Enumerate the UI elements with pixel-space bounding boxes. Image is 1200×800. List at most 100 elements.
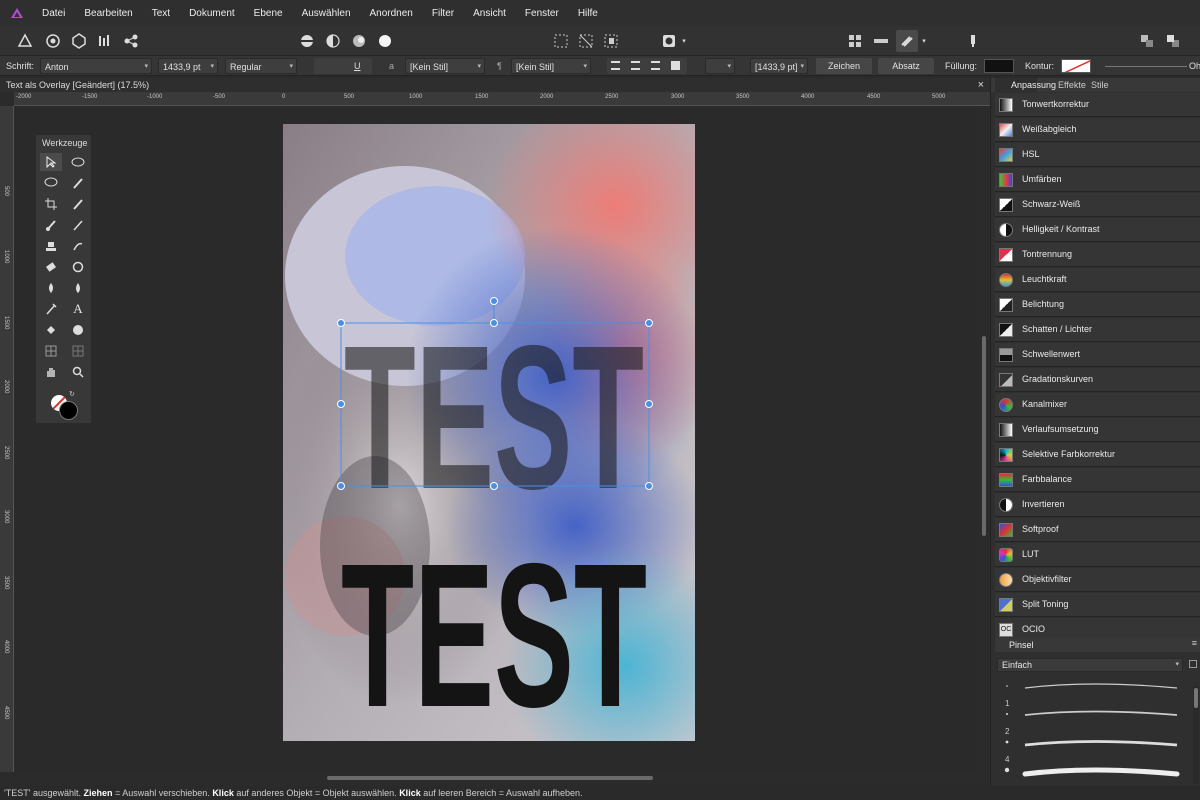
color-swatches[interactable]: ↻ [49, 391, 79, 421]
font-dropdown[interactable]: Anton ▾ [40, 58, 152, 74]
menu-ansicht[interactable]: Ansicht [465, 8, 517, 19]
text-tool-icon[interactable]: A [67, 300, 89, 318]
tab-anpassung[interactable]: Anpassung [995, 78, 1056, 92]
elliptical-marquee-icon[interactable] [67, 153, 89, 171]
auto-levels-icon[interactable] [296, 30, 318, 52]
close-document-icon[interactable]: × [978, 78, 984, 92]
adjustment-item[interactable]: Schwarz-Weiß [995, 193, 1200, 217]
photo-persona-icon[interactable] [14, 30, 36, 52]
tone-mapping-persona-icon[interactable] [94, 30, 116, 52]
menu-auswaehlen[interactable]: Auswählen [294, 8, 362, 19]
quick-mask-icon[interactable] [658, 30, 680, 52]
menu-anordnen[interactable]: Anordnen [362, 8, 424, 19]
horizontal-scroll-thumb[interactable] [327, 776, 653, 780]
color-picker-icon[interactable] [67, 195, 89, 213]
adjustment-item[interactable]: Selektive Farbkorrektur [995, 443, 1200, 467]
export-persona-icon[interactable] [120, 30, 142, 52]
brush-strokes-list[interactable] [995, 678, 1195, 786]
liquify-persona-icon[interactable] [42, 30, 64, 52]
vertical-scrollbar[interactable] [978, 106, 990, 772]
underline-icon[interactable]: U [354, 58, 361, 74]
tab-stile[interactable]: Stile [1091, 78, 1109, 92]
dodge-tool-icon[interactable] [67, 258, 89, 276]
invert-selection-icon[interactable] [600, 30, 622, 52]
fill-bucket-icon[interactable] [40, 321, 62, 339]
snap-dropdown-icon[interactable]: ▾ [918, 30, 930, 52]
canvas-area[interactable]: TEST TEST [15, 106, 977, 772]
spacing-dropdown[interactable]: ▾ [705, 58, 735, 74]
develop-persona-icon[interactable] [68, 30, 90, 52]
adjustment-item[interactable]: Verlaufsumsetzung [995, 418, 1200, 442]
marquee-select-icon[interactable] [550, 30, 572, 52]
overlay-text-test[interactable]: TEST [344, 303, 644, 532]
adjustment-item[interactable]: Softproof [995, 518, 1200, 542]
zoom-tool-icon[interactable] [67, 363, 89, 381]
adjustment-item[interactable]: LUT [995, 543, 1200, 567]
adjustment-item[interactable]: Belichtung [995, 293, 1200, 317]
adjustment-item[interactable]: Kanalmixer [995, 393, 1200, 417]
snapping-icon[interactable] [870, 30, 892, 52]
swap-colors-icon[interactable]: ↻ [69, 390, 75, 398]
shape-tool-icon[interactable] [67, 321, 89, 339]
adjustment-item[interactable]: Objektivfilter [995, 568, 1200, 592]
tab-effekte[interactable]: Effekte [1058, 78, 1086, 92]
menu-text[interactable]: Text [144, 8, 181, 19]
vertical-scroll-thumb[interactable] [982, 336, 986, 536]
adjustment-item[interactable]: Invertieren [995, 493, 1200, 517]
mesh-warp-icon[interactable] [40, 342, 62, 360]
adjustment-item[interactable]: Leuchtkraft [995, 268, 1200, 292]
adjustment-item[interactable]: Tontrennung [995, 243, 1200, 267]
horizontal-scrollbar[interactable] [15, 772, 990, 784]
auto-colors-icon[interactable] [348, 30, 370, 52]
brush-scroll-thumb[interactable] [1194, 688, 1198, 708]
auto-contrast-icon[interactable] [322, 30, 344, 52]
magnet-snap-icon[interactable] [896, 30, 918, 52]
align-center-icon[interactable] [631, 61, 640, 70]
brush-category-dropdown[interactable]: Einfach ▾ [997, 658, 1183, 672]
selection-brush-icon[interactable] [67, 174, 89, 192]
character-panel-button[interactable]: Zeichen [816, 58, 872, 74]
clone-tool-icon[interactable] [40, 237, 62, 255]
pixel-brush-icon[interactable] [67, 216, 89, 234]
document-tab[interactable]: Text als Overlay [Geändert] (17.5%) × [0, 78, 990, 92]
eraser-tool-icon[interactable] [40, 258, 62, 276]
auto-white-balance-icon[interactable] [374, 30, 396, 52]
perspective-tool-icon[interactable] [67, 342, 89, 360]
adjustment-item[interactable]: Helligkeit / Kontrast [995, 218, 1200, 242]
menu-ebene[interactable]: Ebene [246, 8, 294, 19]
menu-hilfe[interactable]: Hilfe [570, 8, 609, 19]
menu-filter[interactable]: Filter [424, 8, 465, 19]
align-left-icon[interactable] [611, 61, 620, 70]
fill-swatch[interactable] [984, 59, 1014, 73]
adjustment-item[interactable]: Schwellenwert [995, 343, 1200, 367]
brush-view-toggle[interactable] [1189, 660, 1197, 668]
adjustment-item[interactable]: Gradationskurven [995, 368, 1200, 392]
char-style-dropdown[interactable]: [Kein Stil] ▾ [405, 58, 485, 74]
bottom-text-test[interactable]: TEST [341, 521, 647, 750]
adjustment-item[interactable]: Tonwertkorrektur [995, 93, 1200, 117]
menu-fenster[interactable]: Fenster [517, 8, 570, 19]
undo-brush-icon[interactable] [67, 237, 89, 255]
fill-color-swatch[interactable] [59, 401, 78, 420]
brush-panel-title[interactable]: Pinsel [1009, 640, 1034, 650]
deselect-icon[interactable] [575, 30, 597, 52]
menu-datei[interactable]: Datei [34, 8, 76, 19]
assistant-grid-icon[interactable] [844, 30, 866, 52]
adjustment-item[interactable]: HSL [995, 143, 1200, 167]
adjustment-item[interactable]: Umfärben [995, 168, 1200, 192]
adjustment-item[interactable]: Schatten / Lichter [995, 318, 1200, 342]
justify-icon[interactable] [671, 61, 680, 70]
move-tool-icon[interactable] [40, 153, 62, 171]
leading-dropdown[interactable]: [1433,9 pt] ▾ [750, 58, 808, 74]
adjustment-item[interactable]: Weißabgleich [995, 118, 1200, 142]
stroke-swatch[interactable] [1061, 59, 1091, 73]
arrange-back-icon[interactable] [1136, 30, 1158, 52]
stroke-width-slider[interactable] [1105, 66, 1187, 67]
para-style-dropdown[interactable]: [Kein Stil] ▾ [511, 58, 591, 74]
lasso-tool-icon[interactable] [40, 174, 62, 192]
font-size-dropdown[interactable]: 1433,9 pt ▾ [158, 58, 218, 74]
adjustment-item[interactable]: Split Toning [995, 593, 1200, 617]
hand-tool-icon[interactable] [40, 363, 62, 381]
paint-brush-icon[interactable] [40, 216, 62, 234]
pen-tool-icon[interactable] [40, 300, 62, 318]
